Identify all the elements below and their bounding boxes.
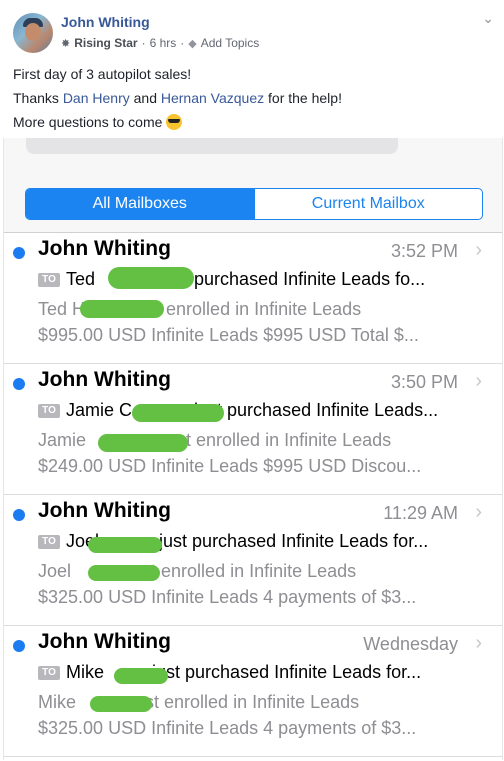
preview-part: st enrolled in Infinite Leads <box>142 561 357 581</box>
to-badge: TO <box>38 403 60 418</box>
mention-dan-henry[interactable]: Dan Henry <box>63 90 130 106</box>
message-preview-line-1: Joel st enrolled in Infinite Leads <box>38 561 356 582</box>
preview-part: st enrolled in Infinite Leads <box>147 299 362 319</box>
chevron-right-icon: › <box>475 370 482 392</box>
post-options-chevron-icon[interactable]: ⌄ <box>482 10 494 27</box>
sunglasses-emoji-icon <box>166 114 183 130</box>
post-body: First day of 3 autopilot sales! Thanks D… <box>13 62 342 134</box>
post-text-fragment: and <box>129 90 161 106</box>
preview-part: st enrolled in Infinite Leads <box>177 430 392 450</box>
message-preview-line-2: $995.00 USD Infinite Leads $995 USD Tota… <box>38 325 419 345</box>
message-row[interactable]: John Whiting Wednesday › TO Mike just pur… <box>4 626 502 757</box>
avatar-face <box>25 23 41 41</box>
message-sender: John Whiting <box>38 237 171 260</box>
unread-dot-icon <box>13 640 25 652</box>
post-text-fragment: More questions to come <box>13 114 167 130</box>
redaction-mark <box>98 434 188 452</box>
message-sender: John Whiting <box>38 368 171 391</box>
message-time: Wednesday <box>363 634 458 654</box>
redaction-mark <box>88 537 162 553</box>
to-badge: TO <box>38 665 60 680</box>
meta-separator: · <box>180 36 185 50</box>
subject-part: just purchased Infinite Leads for... <box>159 531 429 551</box>
subject-part: just purchased Infinite Leads... <box>194 400 439 420</box>
rising-star-icon: ✸ <box>61 37 71 50</box>
author-name[interactable]: John Whiting <box>61 14 150 30</box>
add-topics-link[interactable]: Add Topics <box>201 36 259 50</box>
redaction-mark <box>80 300 164 318</box>
mention-hernan-vazquez[interactable]: Hernan Vazquez <box>161 90 264 106</box>
post-text-fragment: Thanks <box>13 90 63 106</box>
tag-icon: ◆ <box>188 37 197 50</box>
search-field[interactable] <box>26 138 398 154</box>
unread-dot-icon <box>13 247 25 259</box>
message-preview-line-1: Jamie st enrolled in Infinite Leads <box>38 430 391 451</box>
message-row[interactable]: John Whiting 11:29 AM › TO Joel just purc… <box>4 495 502 626</box>
to-badge: TO <box>38 534 60 549</box>
post-meta: ✸ Rising Star · 6 hrs · ◆ Add Topics <box>61 36 259 50</box>
message-preview-line-2: $325.00 USD Infinite Leads 4 payments of… <box>38 718 417 738</box>
member-badge: Rising Star <box>74 36 138 50</box>
tab-all-mailboxes[interactable]: All Mailboxes <box>26 189 254 219</box>
message-subject: TO Jamie C just purchased Infinite Leads..… <box>38 400 488 421</box>
message-row[interactable]: John Whiting 3:50 PM › TO Jamie C just pur… <box>4 364 502 495</box>
mail-screenshot: All Mailboxes Current Mailbox John Whiti… <box>3 138 503 760</box>
preview-part: Mike <box>38 692 82 712</box>
unread-dot-icon <box>13 378 25 390</box>
subject-part: just purchased Infinite Leads for... <box>152 662 422 682</box>
chevron-right-icon: › <box>475 632 482 654</box>
message-preview-line-1: Mike st enrolled in Infinite Leads <box>38 692 359 713</box>
post-text-fragment: for the help! <box>264 90 342 106</box>
preview-part: Jamie <box>38 430 92 450</box>
message-row[interactable]: John Whiting 3:52 PM › TO Ted st purchase… <box>4 233 502 364</box>
preview-part: Joel <box>38 561 77 581</box>
post-line-1: First day of 3 autopilot sales! <box>13 66 192 82</box>
subject-part: Jamie C <box>66 400 133 420</box>
message-time: 11:29 AM <box>383 503 458 523</box>
chevron-right-icon: › <box>475 501 482 523</box>
redaction-mark <box>108 267 194 289</box>
post-header: John Whiting ✸ Rising Star · 6 hrs · ◆ A… <box>0 0 504 60</box>
meta-separator: · <box>141 36 146 50</box>
redaction-mark <box>132 404 224 422</box>
subject-part: Mike <box>66 662 105 682</box>
post-line-3: More questions to come <box>13 110 342 134</box>
post-time[interactable]: 6 hrs <box>150 36 177 50</box>
message-sender: John Whiting <box>38 630 171 653</box>
preview-part: Ted H <box>38 299 86 319</box>
subject-part: Ted <box>66 269 96 289</box>
mailbox-scope-bar: All Mailboxes Current Mailbox <box>4 174 502 233</box>
message-time: 3:52 PM <box>390 241 458 261</box>
author-avatar[interactable] <box>13 13 53 53</box>
message-subject: TO Ted st purchased Infinite Leads fo... <box>38 269 488 290</box>
mailbox-segmented-control: All Mailboxes Current Mailbox <box>25 188 483 220</box>
subject-part: st purchased Infinite Leads fo... <box>175 269 426 289</box>
post-line-2: Thanks Dan Henry and Hernan Vazquez for … <box>13 86 342 110</box>
message-sender: John Whiting <box>38 499 171 522</box>
redaction-mark <box>114 668 168 684</box>
redaction-mark <box>88 565 160 581</box>
message-preview-line-2: $249.00 USD Infinite Leads $995 USD Disc… <box>38 456 422 476</box>
message-preview-line-2: $325.00 USD Infinite Leads 4 payments of… <box>38 587 417 607</box>
search-strip <box>4 138 502 175</box>
message-subject: TO Mike just purchased Infinite Leads for… <box>38 662 488 683</box>
tab-current-mailbox[interactable]: Current Mailbox <box>253 189 483 219</box>
unread-dot-icon <box>13 509 25 521</box>
to-badge: TO <box>38 272 60 287</box>
redaction-mark <box>90 696 152 712</box>
chevron-right-icon: › <box>475 239 482 261</box>
preview-part: st enrolled in Infinite Leads <box>145 692 360 712</box>
message-time: 3:50 PM <box>390 372 458 392</box>
